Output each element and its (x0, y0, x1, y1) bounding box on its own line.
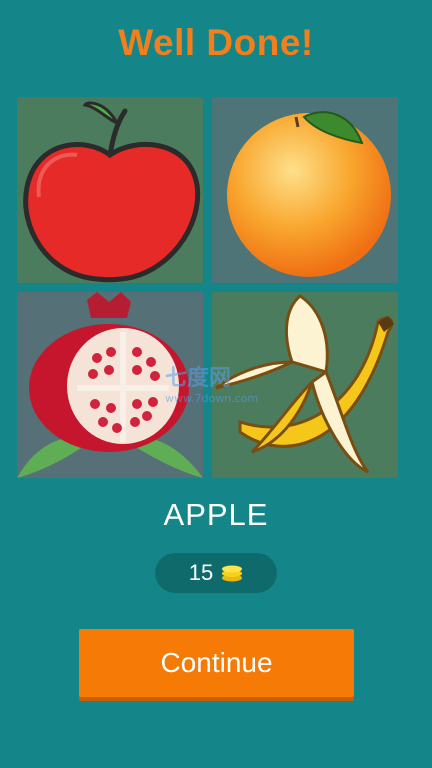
banana-image (215, 294, 394, 474)
coins-icon (222, 565, 243, 582)
tile-pomegranate[interactable] (17, 292, 203, 478)
coin-counter: 15 (155, 553, 277, 593)
tile-apple[interactable] (17, 97, 203, 283)
tile-banana[interactable] (212, 292, 398, 478)
pomegranate-image (17, 292, 203, 478)
tile-orange[interactable] (212, 97, 398, 283)
page-title: Well Done! (118, 22, 314, 63)
coin-count: 15 (188, 560, 214, 585)
watermark-url: www.7down.com (165, 392, 259, 405)
apple-image (23, 101, 201, 283)
continue-button[interactable]: Continue (79, 629, 354, 697)
orange-image (227, 111, 391, 277)
answer-word: APPLE (163, 497, 269, 532)
